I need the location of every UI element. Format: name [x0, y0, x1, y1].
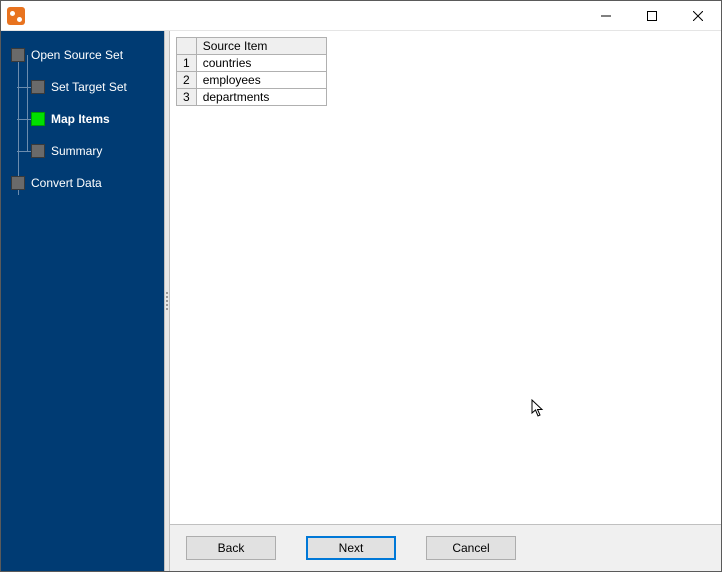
step-label: Set Target Set	[51, 80, 127, 94]
window-controls	[583, 1, 721, 31]
row-number[interactable]: 2	[177, 72, 197, 89]
step-label: Map Items	[51, 112, 110, 126]
step-summary[interactable]: Summary	[11, 137, 164, 165]
step-label: Open Source Set	[31, 48, 123, 62]
step-label: Summary	[51, 144, 102, 158]
step-set-target-set[interactable]: Set Target Set	[11, 73, 164, 101]
splitter-grip-icon	[166, 292, 168, 310]
table-row[interactable]: 3 departments	[177, 89, 327, 106]
back-button[interactable]: Back	[186, 536, 276, 560]
row-number[interactable]: 1	[177, 55, 197, 72]
cancel-button[interactable]: Cancel	[426, 536, 516, 560]
titlebar	[1, 1, 721, 31]
content-area: Source Item 1 countries 2 employees	[170, 31, 721, 525]
button-bar: Back Next Cancel	[170, 525, 721, 571]
cell-source-item[interactable]: departments	[196, 89, 326, 106]
cell-source-item[interactable]: countries	[196, 55, 326, 72]
step-marker-icon	[11, 176, 25, 190]
table-row[interactable]: 2 employees	[177, 72, 327, 89]
column-header-source-item[interactable]: Source Item	[196, 38, 326, 55]
close-button[interactable]	[675, 1, 721, 31]
minimize-button[interactable]	[583, 1, 629, 31]
body-area: Open Source Set Set Target Set Map Items…	[1, 31, 721, 571]
step-label: Convert Data	[31, 176, 102, 190]
next-button[interactable]: Next	[306, 536, 396, 560]
step-convert-data[interactable]: Convert Data	[11, 169, 164, 197]
wizard-steps-sidebar: Open Source Set Set Target Set Map Items…	[1, 31, 164, 571]
table-row[interactable]: 1 countries	[177, 55, 327, 72]
source-items-table[interactable]: Source Item 1 countries 2 employees	[176, 37, 327, 106]
wizard-window: Open Source Set Set Target Set Map Items…	[0, 0, 722, 572]
cell-source-item[interactable]: employees	[196, 72, 326, 89]
step-map-items[interactable]: Map Items	[11, 105, 164, 133]
main-panel: Source Item 1 countries 2 employees	[170, 31, 721, 571]
step-marker-icon	[31, 80, 45, 94]
step-marker-icon	[11, 48, 25, 62]
row-number[interactable]: 3	[177, 89, 197, 106]
maximize-button[interactable]	[629, 1, 675, 31]
table-corner[interactable]	[177, 38, 197, 55]
app-icon	[7, 7, 25, 25]
step-marker-icon	[31, 112, 45, 126]
step-open-source-set[interactable]: Open Source Set	[11, 41, 164, 69]
step-marker-icon	[31, 144, 45, 158]
